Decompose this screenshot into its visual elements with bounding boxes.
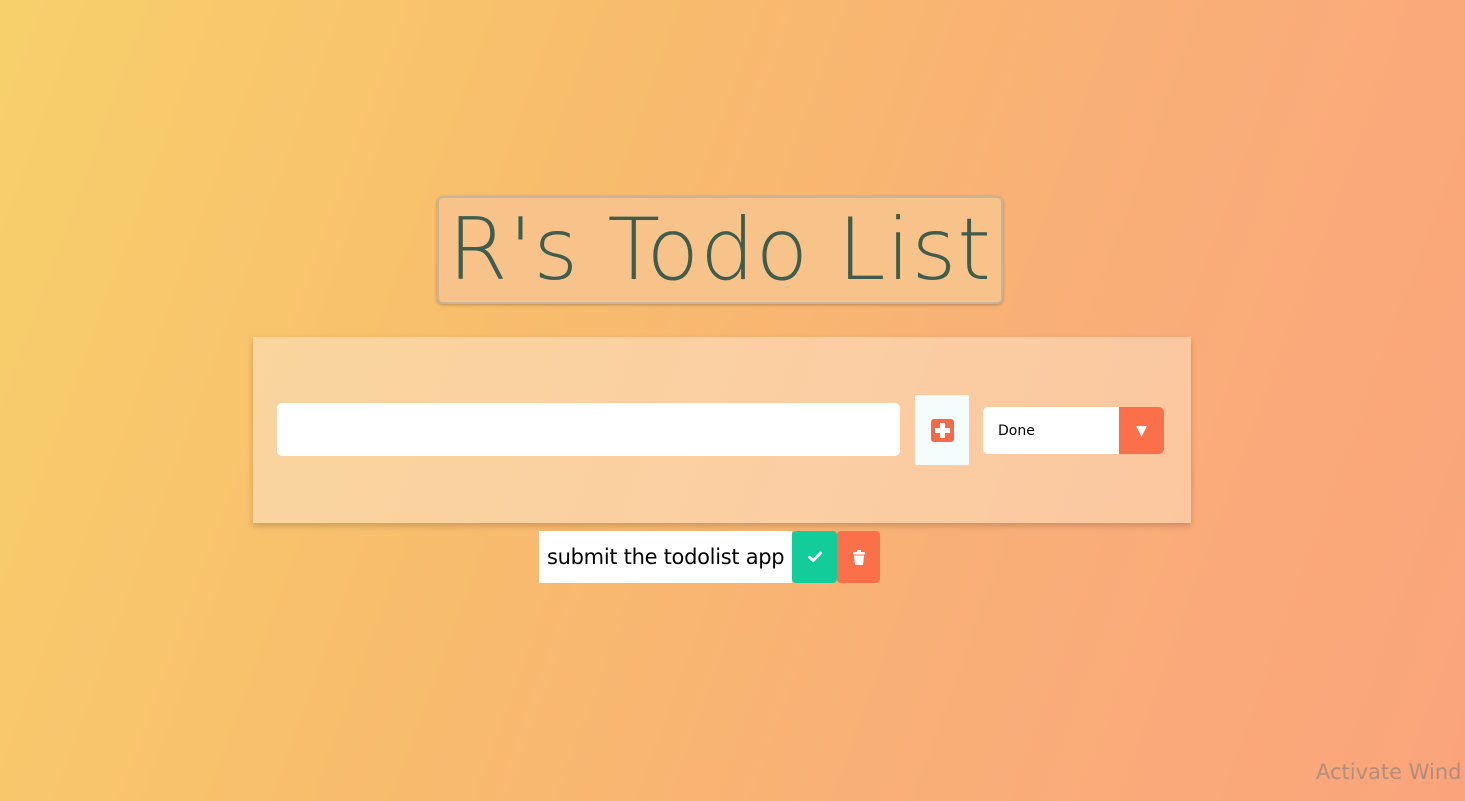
title-box: R's Todo List — [437, 196, 1003, 304]
check-icon — [807, 551, 822, 562]
todo-item-text: submit the todolist app — [539, 531, 793, 583]
filter-selected-value: Done — [998, 422, 1035, 439]
page-title: R's Todo List — [448, 200, 992, 300]
todo-input[interactable] — [277, 403, 900, 456]
add-todo-button[interactable] — [915, 395, 969, 465]
todo-form: Done ▼ — [253, 337, 1191, 523]
todo-item: submit the todolist app — [539, 531, 881, 583]
complete-button[interactable] — [792, 531, 838, 583]
filter-select[interactable]: Done ▼ — [983, 407, 1164, 454]
trash-icon — [852, 549, 865, 565]
delete-button[interactable] — [837, 531, 881, 583]
activate-windows-watermark: Activate Wind — [1316, 760, 1462, 784]
triangle-down-icon[interactable]: ▼ — [1119, 407, 1164, 454]
plus-square-icon — [930, 418, 954, 442]
